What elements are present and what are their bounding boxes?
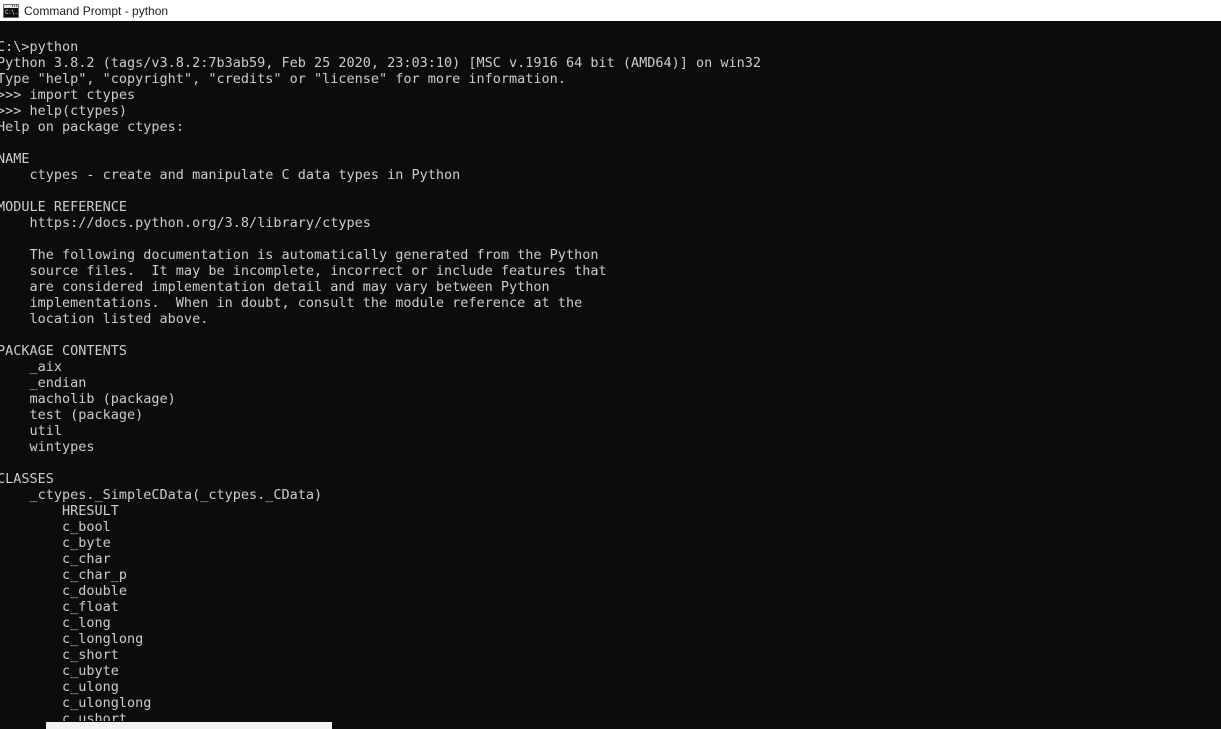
- console-icon-dots: [12, 4, 17, 8]
- horizontal-scrollbar-thumb[interactable]: [46, 722, 332, 729]
- console-text: C:\>python Python 3.8.2 (tags/v3.8.2:7b3…: [0, 39, 762, 727]
- console-icon-prompt-glyph: C:\.: [5, 8, 18, 16]
- horizontal-scrollbar[interactable]: [0, 721, 1221, 729]
- window-title: Command Prompt - python: [24, 3, 169, 18]
- title-bar[interactable]: C:\. Command Prompt - python: [0, 0, 1221, 21]
- console-output-area[interactable]: C:\>python Python 3.8.2 (tags/v3.8.2:7b3…: [0, 21, 1221, 729]
- console-icon: C:\.: [3, 3, 19, 18]
- command-prompt-window: C:\. Command Prompt - python C:\>python …: [0, 0, 1221, 729]
